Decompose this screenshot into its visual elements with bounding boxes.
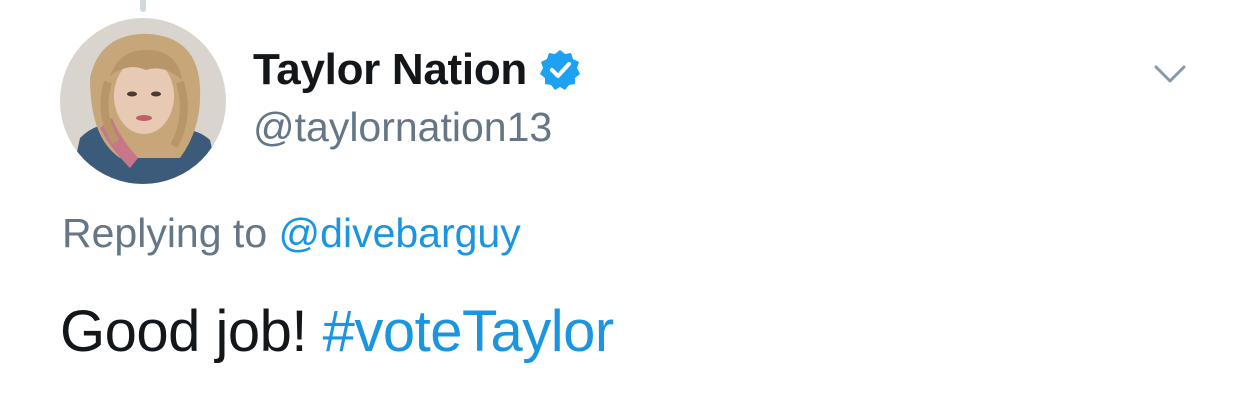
chevron-down-icon[interactable] — [1152, 62, 1188, 86]
replying-to-label: Replying to — [62, 210, 268, 256]
verified-badge-icon — [539, 49, 581, 91]
tweet-author: Taylor Nation @taylornation13 — [253, 42, 581, 151]
author-handle[interactable]: @taylornation13 — [253, 104, 581, 151]
hashtag-link[interactable]: #voteTaylor — [323, 299, 615, 364]
author-avatar[interactable] — [60, 18, 226, 184]
author-name-row: Taylor Nation — [253, 42, 581, 98]
tweet-body-text: Good job! — [60, 299, 308, 364]
reply-mention-link[interactable]: @divebarguy — [279, 210, 521, 256]
replying-to-line: Replying to @divebarguy — [62, 210, 521, 257]
avatar-image — [60, 18, 226, 184]
author-display-name[interactable]: Taylor Nation — [253, 45, 527, 95]
tweet-body: Good job! #voteTaylor — [60, 298, 614, 365]
thread-connector-line — [140, 0, 146, 12]
